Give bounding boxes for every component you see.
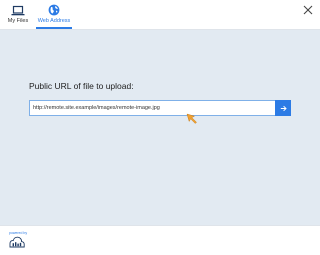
tab-web-address-label: Web Address — [37, 18, 71, 24]
tab-my-files[interactable]: My Files — [0, 0, 36, 29]
tab-web-address[interactable]: Web Address — [36, 0, 72, 29]
url-input[interactable]: http://remote.site.example/images/remote… — [29, 100, 275, 116]
arrow-right-icon — [280, 105, 287, 111]
footer — [0, 226, 320, 255]
mouse-cursor-icon — [186, 113, 197, 124]
upload-dialog: My Files Web Address Public URL of file … — [0, 0, 320, 255]
close-icon[interactable] — [303, 5, 313, 15]
submit-url-button[interactable] — [275, 100, 291, 116]
source-tabs: My Files Web Address — [0, 0, 300, 29]
url-prompt-label: Public URL of file to upload: — [29, 81, 134, 91]
url-form: http://remote.site.example/images/remote… — [29, 100, 291, 116]
content-panel — [0, 29, 320, 226]
filestack-logo-icon — [9, 236, 25, 248]
powered-by-label: powered by — [9, 231, 28, 235]
globe-icon — [48, 4, 60, 16]
laptop-icon — [11, 5, 25, 16]
tab-my-files-label: My Files — [7, 18, 29, 24]
